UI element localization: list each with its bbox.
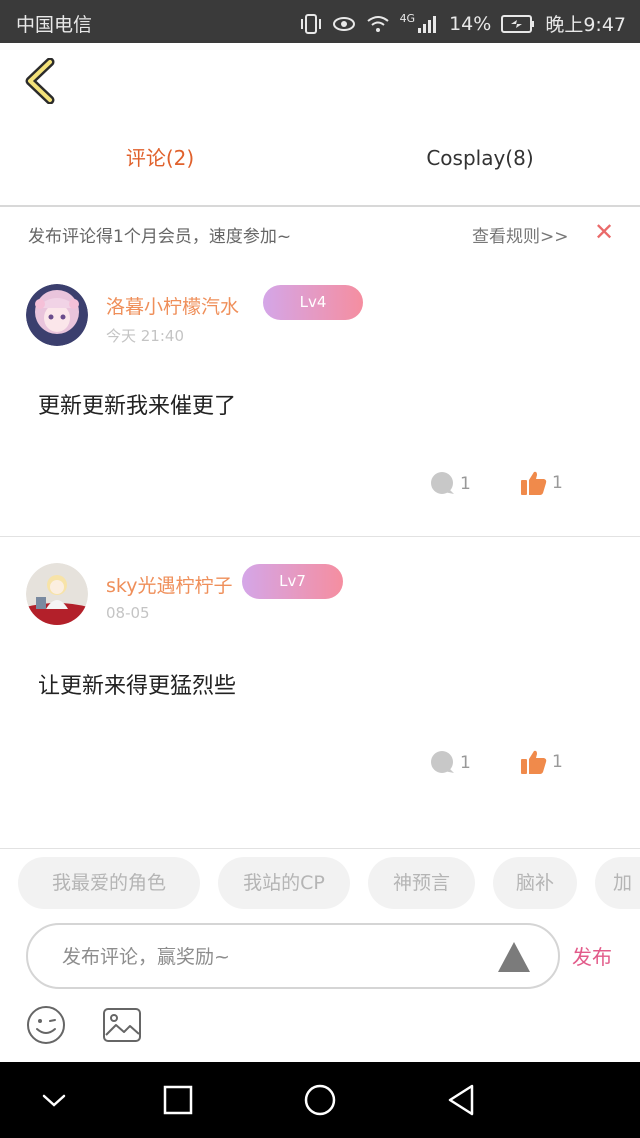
comment-icon xyxy=(431,472,454,494)
like-count: 1 xyxy=(552,752,563,772)
comment-text: 更新更新我来催更了 xyxy=(38,394,237,419)
comment-input[interactable] xyxy=(62,939,482,975)
battery-icon xyxy=(501,14,535,33)
tab-comments[interactable]: 评论(2) xyxy=(100,130,220,190)
quick-tag[interactable]: 加 xyxy=(595,857,640,909)
thumbs-up-icon xyxy=(521,471,547,495)
promo-notice: 发布评论得1个月会员，速度参加~ 查看规则>> ✕ xyxy=(0,214,640,254)
comment-time: 今天 21:40 xyxy=(106,327,184,345)
status-bar: 中国电信 4G 14% 晚上9:47 xyxy=(0,0,640,43)
quick-tag[interactable]: 脑补 xyxy=(493,857,577,909)
back-nav-icon[interactable] xyxy=(444,1082,480,1118)
avatar[interactable] xyxy=(26,284,88,346)
back-button[interactable] xyxy=(22,57,62,105)
wifi-icon xyxy=(366,15,389,32)
reply-count: 1 xyxy=(460,753,471,773)
like-button[interactable]: 1 xyxy=(520,749,563,775)
level-badge: Lv7 xyxy=(242,564,343,599)
username[interactable]: 洛暮小柠檬汽水 xyxy=(106,292,239,319)
level-badge: Lv4 xyxy=(263,285,363,320)
quick-tag[interactable]: 神预言 xyxy=(368,857,475,909)
network-type: 4G xyxy=(399,12,416,25)
home-icon[interactable] xyxy=(302,1082,338,1118)
signal-icon xyxy=(418,15,437,33)
eye-icon xyxy=(332,16,355,31)
row-divider xyxy=(0,536,640,537)
tab-divider xyxy=(0,205,640,207)
username[interactable]: sky光遇柠柠子 xyxy=(106,571,232,598)
quick-tag[interactable]: 我最爱的角色 xyxy=(18,857,200,909)
like-count: 1 xyxy=(552,473,563,493)
status-icons: 4G 14% 晚上9:47 xyxy=(300,10,626,37)
thumbs-up-icon xyxy=(521,750,547,774)
chevron-down-icon[interactable] xyxy=(36,1082,72,1118)
comment-composer: 我最爱的角色 我站的CP 神预言 脑补 加 发布 xyxy=(0,848,640,1062)
reply-count: 1 xyxy=(460,474,471,494)
like-button[interactable]: 1 xyxy=(520,470,563,496)
quick-tags: 我最爱的角色 我站的CP 神预言 脑补 加 xyxy=(0,857,640,911)
recent-apps-icon[interactable] xyxy=(160,1082,196,1118)
promo-text: 发布评论得1个月会员，速度参加~ xyxy=(28,227,292,247)
send-button[interactable]: 发布 xyxy=(572,941,612,970)
emoji-icon[interactable] xyxy=(26,1005,66,1045)
image-icon[interactable] xyxy=(102,1007,142,1043)
carrier-label: 中国电信 xyxy=(16,14,93,36)
clock: 晚上9:47 xyxy=(545,14,626,36)
view-rules-link[interactable]: 查看规则>> xyxy=(472,222,569,247)
comment-input-box xyxy=(26,923,560,989)
close-icon[interactable]: ✕ xyxy=(594,218,614,246)
tab-cosplay[interactable]: Cosplay(8) xyxy=(400,130,560,190)
reply-button[interactable]: 1 xyxy=(430,472,471,496)
comment-time: 08-05 xyxy=(106,604,150,622)
avatar[interactable] xyxy=(26,563,88,625)
comment-text: 让更新来得更猛烈些 xyxy=(38,674,237,699)
back-chevron-icon xyxy=(25,57,55,105)
battery-percent: 14% xyxy=(449,12,492,35)
triangle-icon[interactable] xyxy=(496,939,532,975)
quick-tag[interactable]: 我站的CP xyxy=(218,857,350,909)
tab-bar: 评论(2) Cosplay(8) xyxy=(0,130,640,190)
vibrate-icon xyxy=(300,13,321,34)
comment-icon xyxy=(431,751,454,773)
system-nav-bar xyxy=(0,1062,640,1138)
reply-button[interactable]: 1 xyxy=(430,751,471,775)
